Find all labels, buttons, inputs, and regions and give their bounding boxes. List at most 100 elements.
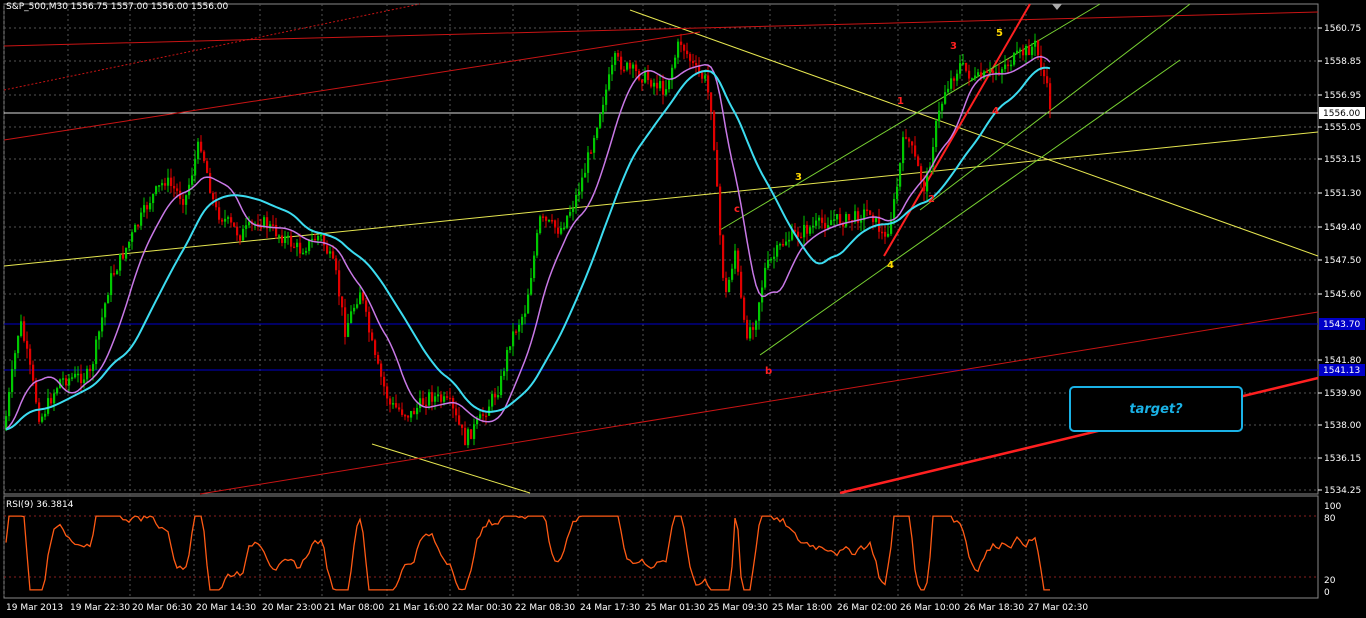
candle-body	[770, 258, 773, 261]
candle-body	[416, 407, 419, 415]
rsi-level-label: 100	[1324, 502, 1341, 512]
candle-body	[953, 78, 956, 81]
candle-body	[872, 214, 875, 223]
candle-body	[887, 233, 890, 237]
candle-body	[788, 239, 791, 242]
candle-body	[1043, 69, 1046, 77]
candle-body	[29, 348, 32, 365]
candle-body	[797, 231, 800, 237]
candle-body	[1001, 69, 1004, 74]
candle-body	[458, 415, 461, 425]
price-tick-label: 1549.40	[1324, 223, 1361, 233]
time-label: 22 Mar 00:30	[452, 603, 512, 613]
trendline-yellow-short	[371, 443, 531, 494]
candle-body	[584, 172, 587, 178]
candle-body	[278, 235, 281, 237]
candle-body	[1022, 49, 1025, 56]
candle-body	[599, 114, 602, 128]
price-tick-label: 1551.30	[1324, 189, 1361, 199]
candle-body	[545, 216, 548, 221]
scroll-shift-marker[interactable]	[1052, 4, 1062, 10]
candle-body	[938, 110, 941, 122]
candle-body	[242, 228, 245, 241]
candle-body	[818, 217, 821, 221]
candle-body	[602, 104, 605, 115]
candle-body	[341, 296, 344, 308]
candle-body	[512, 331, 515, 347]
candle-body	[911, 141, 914, 146]
candle-body	[494, 393, 497, 398]
candle-body	[362, 292, 365, 301]
candle-body	[746, 319, 749, 339]
candle-body	[677, 41, 680, 58]
candle-body	[959, 63, 962, 74]
candle-body	[68, 378, 71, 386]
candle-body	[827, 225, 830, 229]
candle-body	[710, 92, 713, 112]
price-chart[interactable]: 3 4 5 c b 1 2 3 4 100 80 20 0 1560.75 1558.85 1556.95…	[0, 0, 1366, 618]
candle-body	[659, 81, 662, 89]
candle-body	[734, 250, 737, 269]
candle-body	[719, 186, 722, 236]
candle-body	[134, 224, 137, 233]
channel-mid	[919, 3, 1191, 211]
candle-body	[740, 271, 743, 298]
time-label: 26 Mar 10:00	[900, 603, 960, 613]
candle-body	[398, 407, 401, 410]
chart-grid	[3, 4, 1318, 598]
candle-body	[503, 371, 506, 376]
candle-body	[425, 404, 428, 407]
candle-body	[89, 368, 92, 372]
candle-body	[374, 340, 377, 356]
candle-body	[161, 183, 164, 186]
price-tick-label: 1556.95	[1324, 91, 1361, 101]
candle-body	[125, 247, 128, 259]
candle-body	[722, 235, 725, 278]
candle-body	[98, 331, 101, 340]
candle-body	[455, 408, 458, 416]
candle-body	[527, 294, 530, 314]
candle-body	[620, 56, 623, 70]
candle-body	[449, 397, 452, 400]
candle-body	[221, 219, 224, 222]
candle-body	[749, 327, 752, 339]
candle-body	[566, 215, 569, 228]
candle-body	[74, 373, 77, 378]
ohlc-values: 1556.75 1557.00 1556.00 1556.00	[70, 2, 229, 12]
price-tick-label: 1547.50	[1324, 256, 1361, 266]
wave-label-yellow: 4	[887, 260, 894, 271]
trendline-red-top	[3, 11, 1319, 47]
candle-body	[200, 141, 203, 152]
candle-body	[380, 363, 383, 377]
candle-body	[224, 218, 227, 222]
candle-body	[629, 62, 632, 69]
candle-body	[191, 175, 194, 185]
candle-body	[899, 163, 902, 187]
candle-body	[377, 355, 380, 364]
wave-label-yellow: 5	[996, 28, 1003, 39]
candle-body	[632, 64, 635, 69]
candle-body	[389, 398, 392, 405]
candle-body	[509, 346, 512, 350]
candle-body	[662, 81, 665, 95]
candle-body	[137, 224, 140, 227]
candle-body	[575, 194, 578, 209]
candle-body	[371, 332, 374, 341]
candle-body	[20, 321, 23, 336]
candle-body	[287, 235, 290, 238]
candle-body	[803, 224, 806, 238]
candle-body	[353, 307, 356, 312]
candle-body	[977, 72, 980, 76]
candle-body	[701, 72, 704, 79]
candle-body	[860, 220, 863, 223]
time-label: 22 Mar 08:30	[515, 603, 575, 613]
candle-body	[572, 208, 575, 212]
candle-body	[245, 225, 248, 229]
candle-body	[758, 302, 761, 321]
candle-body	[65, 378, 68, 386]
candle-body	[782, 243, 785, 246]
candle-body	[971, 78, 974, 80]
candle-body	[470, 429, 473, 439]
time-label: 27 Mar 02:30	[1028, 603, 1088, 613]
candle-body	[320, 234, 323, 237]
